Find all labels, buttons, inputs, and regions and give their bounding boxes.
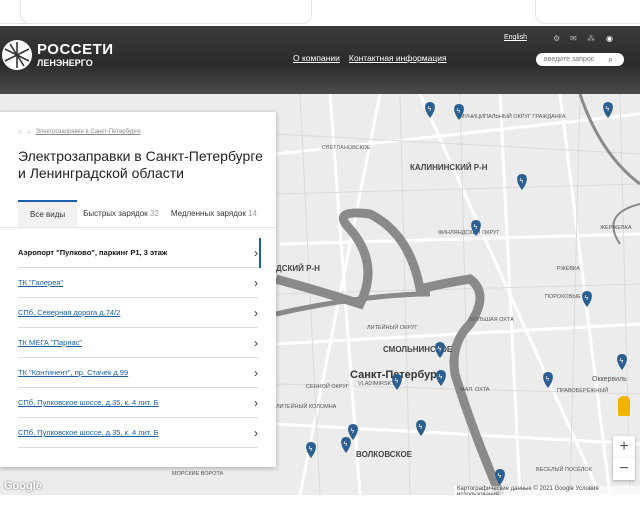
logo-title: РОССЕТИ: [37, 41, 114, 58]
lightning-icon: ϟ: [438, 346, 442, 353]
map-label: ЖЕРЖЕВКА: [600, 225, 632, 231]
map-label: ВОЛКОВСКОЕ: [356, 450, 413, 459]
tab-label: Быстрых зарядок: [83, 209, 148, 218]
lightning-icon: ϟ: [620, 358, 624, 365]
main-nav: О компании Контактная информация: [293, 53, 447, 63]
list-item[interactable]: ТК МЕГА "Парнас" ›: [18, 328, 258, 358]
tab-all[interactable]: Все виды: [18, 200, 78, 227]
lightning-icon: ϟ: [520, 178, 524, 185]
lightning-icon: ϟ: [419, 424, 423, 431]
top-card: [20, 0, 312, 24]
item-label: СПб, Северная дорога д.74/2: [18, 308, 121, 317]
page-bottom: [0, 495, 640, 513]
logo-subtitle: ЛЕНЭНЕРГО: [37, 58, 93, 68]
lightning-icon: ϟ: [309, 446, 313, 453]
lightning-icon: ϟ: [428, 106, 432, 113]
tab-slow[interactable]: Медленных зарядок 14: [165, 200, 263, 227]
lightning-icon: ϟ: [439, 374, 443, 381]
list-item[interactable]: СПб, Северная дорога д.74/2 ›: [18, 298, 258, 328]
top-card: [535, 0, 640, 24]
list-item[interactable]: ТК "Галерея" ›: [18, 268, 258, 298]
lightning-icon: ϟ: [395, 378, 399, 385]
item-label: СПб, Пулковское шоссе, д.35, к. 4 лит. Б: [18, 428, 159, 437]
chevron-right-icon: ›: [254, 425, 258, 440]
chevron-right-icon: ›: [254, 245, 258, 260]
lightning-icon: ϟ: [344, 441, 348, 448]
lightning-icon: ϟ: [498, 473, 502, 480]
page-title: Электрозаправки в Санкт-Петербурге и Лен…: [18, 148, 263, 181]
item-label: Аэропорт "Пулково", паркинг Р1, 3 этаж: [18, 248, 168, 257]
list-item[interactable]: Аэропорт "Пулково", паркинг Р1, 3 этаж ›: [18, 238, 258, 268]
mail-icon[interactable]: ✉: [570, 34, 577, 43]
tab-count: 32: [149, 209, 159, 218]
map-label: VLADIMIRSKY: [358, 381, 395, 387]
item-label: ТК МЕГА "Парнас": [18, 338, 83, 347]
search-icon[interactable]: ⌕: [608, 54, 613, 65]
item-label: ТК "Галерея": [18, 278, 64, 287]
divider: [0, 227, 276, 228]
map-label: СВЕТЛАНОВСКОЕ: [322, 145, 371, 151]
eye-icon[interactable]: ◉: [606, 34, 613, 43]
lightning-icon: ϟ: [457, 108, 461, 115]
tab-label: Все виды: [30, 210, 66, 219]
site-header: РОССЕТИ ЛЕНЭНЕРГО English ⚙ ✉ ⁂ ◉ О комп…: [0, 26, 640, 94]
map-label: Оккервиль: [592, 376, 627, 383]
chevron-right-icon: ›: [254, 335, 258, 350]
nav-about[interactable]: О компании: [293, 53, 340, 63]
lightning-icon: ϟ: [351, 428, 355, 435]
lightning-icon: ϟ: [585, 295, 589, 302]
chevron-right-icon: ›: [254, 365, 258, 380]
map-label: БОЛЬШАЯ ОХТА: [470, 317, 514, 323]
tab-count: 14: [248, 209, 257, 218]
lightning-icon: ϟ: [474, 224, 478, 231]
stations-panel: ⌂ → Электрозаправки в Санкт-Петербурге Э…: [0, 112, 276, 467]
map-label: МАЛ. ОХТА: [460, 387, 490, 393]
map-label: ВЕСЕЛЫЙ ПОСЁЛОК: [536, 465, 593, 473]
map-label: МУНИЦИПАЛЬНЫЙ ОКРУГ ГРАЖДАНКА: [460, 112, 566, 120]
google-logo: Google: [4, 480, 42, 492]
chevron-right-icon: ›: [254, 305, 258, 320]
map-label: КАЛИНИНСКИЙ Р-Н: [410, 163, 488, 172]
list-item[interactable]: СПб, Пулковское шоссе, д.35, к. 4 лит. Б…: [18, 418, 258, 448]
lightning-icon: ϟ: [546, 376, 550, 383]
rosseti-logo-icon: [2, 40, 32, 70]
arrow-right-icon: →: [25, 129, 32, 135]
map-label: ЛИТЕЙНЫЙ ОКРУГ: [367, 323, 417, 331]
tab-label: Медленных зарядок: [170, 209, 246, 218]
nav-contacts[interactable]: Контактная информация: [349, 53, 447, 63]
top-strip: [0, 0, 640, 26]
home-icon[interactable]: ⌂: [18, 129, 22, 135]
street-view-pegman-icon[interactable]: [618, 396, 630, 416]
tab-fast[interactable]: Быстрых зарядок 32: [77, 200, 165, 227]
logo[interactable]: РОССЕТИ ЛЕНЭНЕРГО: [2, 40, 114, 70]
tabs: Все виды Быстрых зарядок 32 Медленных за…: [18, 200, 263, 227]
breadcrumb: ⌂ → Электрозаправки в Санкт-Петербурге: [18, 129, 141, 135]
stations-list: Аэропорт "Пулково", паркинг Р1, 3 этаж › …: [18, 238, 258, 448]
map-label: ЛИТЕЙНЫЙ КОЛОМНА: [276, 402, 337, 410]
chevron-right-icon: ›: [254, 395, 258, 410]
list-scrollbar[interactable]: [259, 238, 261, 268]
map-label: ПОРОХОВЫЕ: [545, 294, 581, 300]
list-item[interactable]: ТК "Континент", пр. Стачек д.99 ›: [18, 358, 258, 388]
map-label: РЖЕВКА: [557, 266, 580, 272]
settings-icon[interactable]: ⚙: [553, 34, 560, 43]
map-label: СЕННОЙ ОКРУГ: [306, 382, 349, 390]
language-link[interactable]: English: [504, 34, 527, 41]
map-label: ПРАВОБЕРЕЖНЫЙ: [557, 386, 608, 394]
zoom-in-button[interactable]: +: [613, 436, 635, 458]
chevron-right-icon: ›: [254, 275, 258, 290]
breadcrumb-item[interactable]: Электрозаправки в Санкт-Петербурге: [36, 129, 141, 135]
map-label: ДСКИЙ Р-Н: [276, 264, 320, 273]
zoom-out-button[interactable]: −: [613, 458, 635, 480]
map-label: ФИНЛЯНДСКИЙ ОКРУГ: [438, 228, 500, 236]
item-label: СПб, Пулковское шоссе, д.35, к. 4 лит. Б: [18, 398, 159, 407]
list-item[interactable]: СПб, Пулковское шоссе, д.35, к. 4 лит. Б…: [18, 388, 258, 418]
item-label: ТК "Континент", пр. Стачек д.99: [18, 368, 129, 377]
sitemap-icon[interactable]: ⁂: [587, 34, 595, 43]
map-label: МОРСКИЕ ВОРОТА: [172, 471, 224, 477]
lightning-icon: ϟ: [606, 106, 610, 113]
